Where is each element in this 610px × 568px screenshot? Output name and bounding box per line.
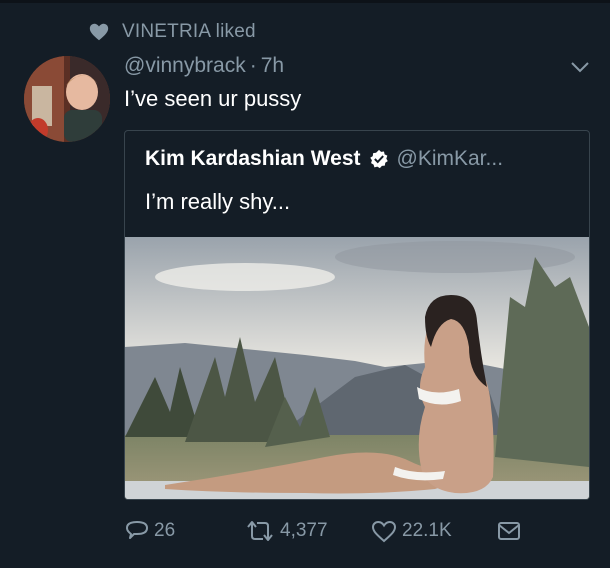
message-icon xyxy=(498,522,520,540)
tweet-actions: 26 4,377 22.1K xyxy=(124,518,524,552)
like-action[interactable]: 22.1K xyxy=(370,518,452,544)
social-context: VINETRIA liked xyxy=(88,20,256,44)
message-action[interactable] xyxy=(496,518,526,544)
liked-by-text[interactable]: VINETRIA liked xyxy=(122,21,256,43)
quoted-author-handle: @KimKar... xyxy=(396,147,504,170)
reply-action[interactable]: 26 xyxy=(124,518,175,544)
quoted-tweet[interactable]: Kim Kardashian West @KimKar... I’m reall… xyxy=(124,130,590,500)
like-icon xyxy=(371,520,397,543)
separator: · xyxy=(249,54,257,77)
top-divider xyxy=(0,0,610,3)
quoted-text: I’m really shy... xyxy=(145,189,291,214)
reply-count: 26 xyxy=(154,520,176,541)
tweet-header: @vinnybrack · 7h xyxy=(124,54,284,78)
timestamp[interactable]: 7h xyxy=(261,54,284,78)
retweet-icon xyxy=(247,521,273,541)
quoted-author-name: Kim Kardashian West xyxy=(145,147,361,170)
retweet-action[interactable]: 4,377 xyxy=(244,518,328,544)
tweet-text: I’ve seen ur pussy xyxy=(124,86,302,111)
chevron-down-icon[interactable] xyxy=(568,58,592,76)
retweet-count: 4,377 xyxy=(280,520,328,541)
verified-badge-icon xyxy=(369,149,388,169)
quoted-photo[interactable] xyxy=(125,237,589,499)
avatar[interactable] xyxy=(24,56,110,142)
author-handle[interactable]: @vinnybrack xyxy=(124,54,246,78)
reply-icon xyxy=(126,521,148,539)
heart-icon xyxy=(89,23,109,41)
like-count: 22.1K xyxy=(402,520,452,541)
quoted-header: Kim Kardashian West @KimKar... xyxy=(145,147,503,171)
